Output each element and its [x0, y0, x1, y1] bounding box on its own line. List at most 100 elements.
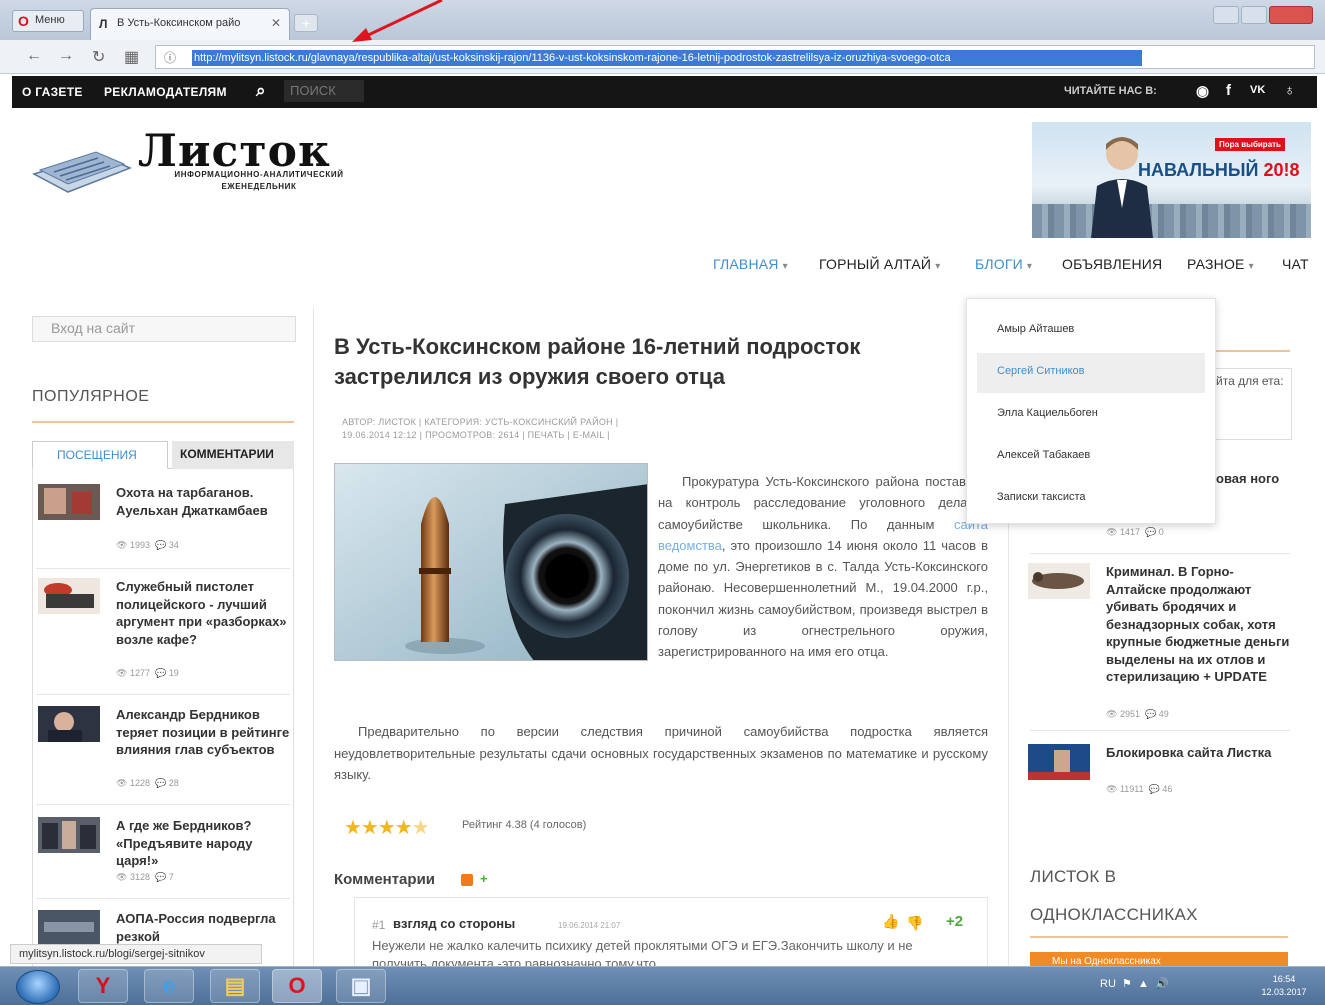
list-item-title[interactable]: Александр Бердников теряет позиции в рей…: [116, 706, 292, 759]
login-button[interactable]: Вход на сайт: [32, 316, 296, 342]
clock[interactable]: 16:54 12.03.2017: [1256, 973, 1312, 999]
address-bar[interactable]: ⓘ http://mylitsyn.listock.ru/glavnaya/re…: [155, 45, 1315, 69]
nav-home[interactable]: ГЛАВНАЯ ▾: [713, 256, 788, 272]
list-item-title[interactable]: АОПА-Россия подвергла резкой: [116, 910, 292, 945]
window-controls: [1213, 6, 1313, 26]
article-p1-end: , это произошло 14 июня около 11 часов в…: [658, 537, 988, 660]
right-item-title-fragment[interactable]: овая ного: [1216, 470, 1279, 488]
about-link[interactable]: О ГАЗЕТЕ: [22, 85, 83, 99]
opera-menu-button[interactable]: O Меню: [12, 10, 84, 32]
nav-blogs[interactable]: БЛОГИ ▾: [975, 256, 1032, 272]
list-item-title[interactable]: Блокировка сайта Листка: [1106, 744, 1292, 762]
tab-views[interactable]: ПОСЕЩЕНИЯ: [32, 441, 168, 469]
forward-icon[interactable]: →: [58, 47, 74, 65]
thumbs-up-icon[interactable]: 👍: [882, 913, 899, 930]
site-topbar: О ГАЗЕТЕ РЕКЛАМОДАТЕЛЯМ ⌕ ПОИСК ЧИТАЙТЕ …: [12, 76, 1317, 108]
nav-ads[interactable]: ОБЪЯВЛЕНИЯ: [1062, 256, 1162, 272]
divider: [36, 568, 290, 569]
facebook-icon[interactable]: f: [1226, 82, 1231, 99]
dropdown-item[interactable]: Элла Кациельбоген: [967, 395, 1215, 435]
article-image: [334, 463, 648, 661]
speed-dial-icon[interactable]: ▦: [124, 47, 139, 67]
favicon-icon: Л: [99, 17, 108, 31]
popular-underline: [32, 421, 294, 423]
list-item-title[interactable]: Охота на тарбаганов. Ауельхан Джаткамбае…: [116, 484, 292, 519]
url-text[interactable]: http://mylitsyn.listock.ru/glavnaya/resp…: [192, 50, 1142, 66]
thumbnail-image: [38, 578, 100, 614]
yandex-browser-icon[interactable]: Y: [78, 969, 128, 1003]
rss-icon[interactable]: ◉: [1196, 82, 1209, 100]
internet-explorer-icon[interactable]: e: [144, 969, 194, 1003]
reload-icon[interactable]: ↻: [92, 47, 105, 67]
thumbnail-image: [38, 706, 100, 742]
new-tab-button[interactable]: +: [294, 14, 318, 32]
read-us-label: ЧИТАЙТЕ НАС В:: [1064, 85, 1157, 97]
minimize-button[interactable]: [1213, 6, 1239, 24]
back-icon[interactable]: ←: [26, 47, 42, 65]
rating-text: Рейтинг 4.38 (4 голосов): [462, 819, 587, 831]
article-p1-start: Прокуратура Усть-Коксинского района пост…: [658, 474, 988, 532]
screen: O Меню Л В Усть-Коксинском райо ✕ + ← → …: [0, 0, 1325, 1005]
chevron-down-icon: ▾: [1026, 261, 1033, 272]
thumbs-down-icon[interactable]: 👎: [906, 915, 923, 932]
comment-score: +2: [946, 913, 964, 930]
list-item-title[interactable]: А где же Бердников? «Предъявите народу ц…: [116, 817, 292, 870]
tab-comments[interactable]: КОММЕНТАРИИ: [172, 441, 294, 469]
divider: [1030, 730, 1290, 731]
vk-icon[interactable]: VK: [1250, 84, 1265, 96]
nav-misc-label: РАЗНОЕ: [1187, 256, 1245, 272]
nav-misc[interactable]: РАЗНОЕ ▾: [1187, 256, 1254, 272]
nav-gorny-altai[interactable]: ГОРНЫЙ АЛТАЙ ▾: [819, 256, 940, 272]
list-item-title[interactable]: Криминал. В Горно-Алтайске продолжают уб…: [1106, 563, 1292, 686]
navalny-banner[interactable]: Пора выбирать НАВАЛЬНЫЙ 20!8: [1032, 122, 1311, 238]
partial-star-icon: ★: [411, 817, 430, 839]
browser-tab[interactable]: Л В Усть-Коксинском райо ✕: [90, 8, 290, 40]
search-input[interactable]: ПОИСК: [284, 80, 364, 102]
dropdown-item[interactable]: Записки таксиста: [967, 479, 1215, 519]
nav-chat[interactable]: ЧАТ: [1282, 256, 1309, 272]
close-tab-icon[interactable]: ✕: [271, 16, 281, 30]
thumbnail-image: [38, 817, 100, 853]
right-underline: [1214, 350, 1290, 352]
language-indicator[interactable]: RU: [1100, 978, 1116, 990]
comments-count: 46: [1162, 784, 1173, 794]
site-info-icon[interactable]: ⓘ: [164, 49, 176, 66]
clock-time: 16:54: [1272, 974, 1296, 984]
views-count: 1228: [129, 778, 150, 788]
chevron-down-icon: ▾: [782, 261, 788, 272]
rating-stars[interactable]: ★★★★★: [344, 815, 430, 840]
comments-count: 7: [168, 872, 174, 882]
article-title: В Усть-Коксинском районе 16-летний подро…: [334, 334, 861, 389]
advertisers-link[interactable]: РЕКЛАМОДАТЕЛЯМ: [104, 85, 227, 99]
list-item-title[interactable]: Служебный пистолет полицейского - лучший…: [116, 578, 292, 648]
divider: [1030, 553, 1290, 554]
dropdown-item[interactable]: Алексей Табакаев: [967, 437, 1215, 477]
thumbnail-image: [1028, 744, 1090, 780]
comments-rss-icon[interactable]: [461, 874, 473, 886]
article-meta: АВТОР: ЛИСТОК | КАТЕГОРИЯ: УСТЬ-КОКСИНСК…: [342, 416, 618, 442]
right-item-meta: 👁 1417 💬 0: [1106, 527, 1164, 537]
browser-toolbar: ← → ↻ ▦ ⓘ http://mylitsyn.listock.ru/gla…: [0, 40, 1325, 74]
blogs-dropdown-menu: Амыр Айташев Сергей Ситников Элла Кациел…: [966, 298, 1216, 524]
maximize-button[interactable]: [1241, 6, 1267, 24]
nav-blogs-label: БЛОГИ: [975, 256, 1023, 272]
banner-name: НАВАЛЬНЫЙ 20!8: [1138, 160, 1300, 181]
add-comment-icon[interactable]: +: [480, 871, 488, 886]
opera-taskbar-icon[interactable]: O: [272, 969, 322, 1003]
file-explorer-icon[interactable]: ▤: [210, 969, 260, 1003]
views-count: 2951: [1119, 709, 1140, 719]
window-app-icon[interactable]: ▣: [336, 969, 386, 1003]
dropdown-item[interactable]: Амыр Айташев: [967, 311, 1215, 351]
comments-count: 34: [168, 540, 179, 550]
comments-heading: Комментарии: [334, 871, 436, 888]
list-item-meta: 👁 1228 💬 28: [116, 778, 179, 788]
close-window-button[interactable]: [1269, 6, 1313, 24]
divider: [36, 804, 290, 805]
start-button[interactable]: [16, 970, 60, 1004]
thumbnail-image: [1028, 563, 1090, 599]
views-count: 1993: [129, 540, 150, 550]
dropdown-item-active[interactable]: Сергей Ситников: [977, 353, 1205, 393]
odnoklassniki-icon[interactable]: ♁: [1284, 82, 1295, 99]
search-icon[interactable]: ⌕: [256, 81, 266, 101]
newspaper-logo-icon: [32, 151, 132, 193]
